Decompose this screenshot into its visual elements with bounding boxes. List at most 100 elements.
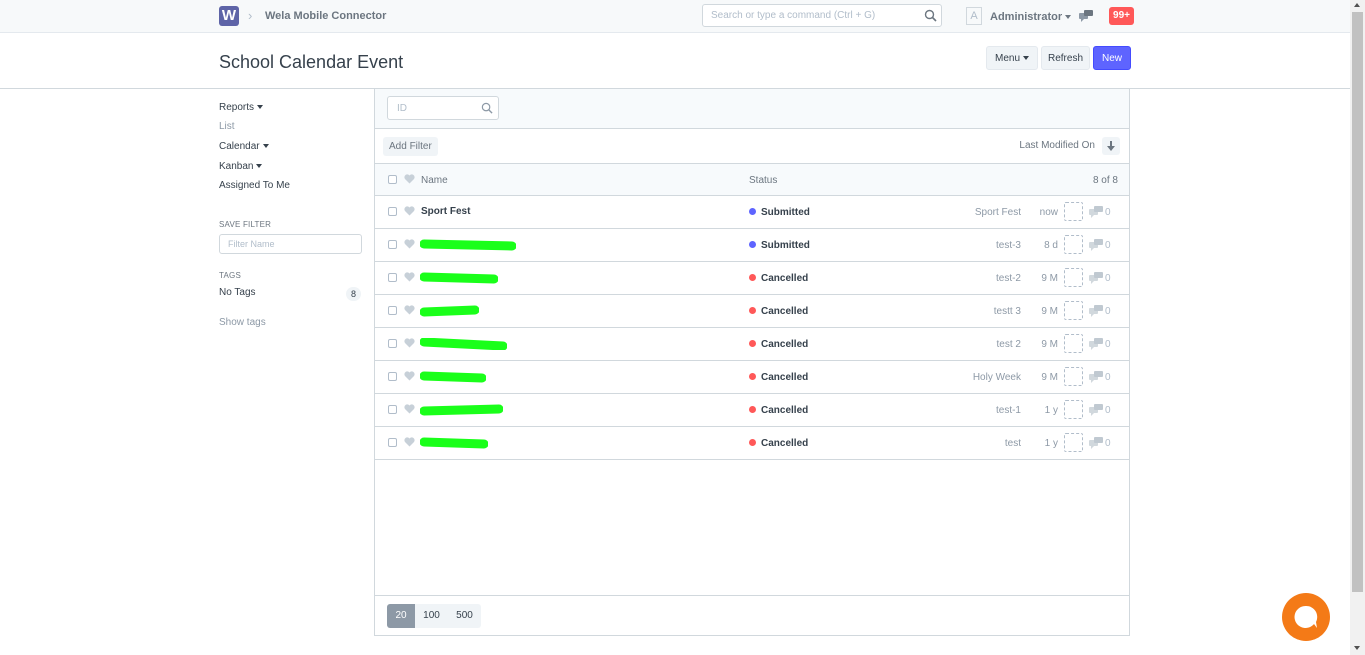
table-row[interactable]: Cancelled test 2 9 M 0	[375, 328, 1129, 361]
page-length-500-button[interactable]: 500	[448, 604, 481, 628]
assign-avatar-placeholder[interactable]	[1064, 433, 1083, 452]
page-head: School Calendar Event Menu Refresh New	[0, 33, 1350, 89]
column-header-status: Status	[749, 175, 778, 186]
row-title: test-3	[995, 240, 1021, 251]
id-filter[interactable]	[387, 96, 499, 120]
select-all-checkbox[interactable]	[388, 175, 397, 184]
filter-name-field[interactable]	[219, 234, 362, 254]
sort-selector[interactable]: Last Modified On	[1019, 140, 1095, 151]
status-label[interactable]: Cancelled	[761, 438, 808, 449]
row-checkbox[interactable]	[388, 405, 397, 414]
status-indicator-dot	[749, 208, 756, 215]
add-filter-button[interactable]: Add Filter	[383, 137, 438, 156]
heart-icon[interactable]	[404, 371, 415, 381]
status-label[interactable]: Submitted	[761, 240, 810, 251]
table-row[interactable]: Sport Fest Submitted Sport Fest now 0	[375, 196, 1129, 229]
breadcrumb[interactable]: Wela Mobile Connector	[265, 10, 386, 22]
table-row[interactable]: Cancelled testt 3 9 M 0	[375, 295, 1129, 328]
row-checkbox[interactable]	[388, 207, 397, 216]
table-row[interactable]: Cancelled test-1 1 y 0	[375, 394, 1129, 427]
filter-bar: Add Filter Last Modified On	[375, 129, 1129, 164]
comment-icon	[1089, 206, 1103, 218]
chat-icon[interactable]	[1079, 10, 1093, 22]
column-header-name: Name	[421, 175, 448, 186]
comment-icon	[1089, 272, 1103, 284]
row-title: Holy Week	[972, 372, 1021, 383]
heart-icon[interactable]	[404, 404, 415, 414]
notification-badge[interactable]: 99+	[1109, 7, 1134, 25]
status-label[interactable]: Submitted	[761, 207, 810, 218]
sidebar-item-calendar[interactable]: Calendar	[219, 141, 269, 152]
comment-icon	[1089, 338, 1103, 350]
assign-avatar-placeholder[interactable]	[1064, 202, 1083, 221]
status-label[interactable]: Cancelled	[761, 339, 808, 350]
awesome-bar[interactable]	[702, 4, 942, 27]
arrow-down-icon	[1107, 141, 1115, 151]
scroll-down-arrow-icon[interactable]	[1354, 646, 1360, 650]
status-label[interactable]: Cancelled	[761, 273, 808, 284]
status-label[interactable]: Cancelled	[761, 405, 808, 416]
assign-avatar-placeholder[interactable]	[1064, 400, 1083, 419]
row-checkbox[interactable]	[388, 306, 397, 315]
row-checkbox[interactable]	[388, 438, 397, 447]
menu-button[interactable]: Menu	[986, 46, 1038, 70]
table-row[interactable]: Cancelled test 1 y 0	[375, 427, 1129, 460]
heart-icon[interactable]	[404, 272, 415, 282]
show-tags-link[interactable]: Show tags	[219, 317, 266, 328]
user-menu[interactable]: Administrator	[990, 11, 1072, 23]
heart-icon[interactable]	[404, 174, 415, 184]
caret-down-icon	[1065, 15, 1072, 20]
heart-icon[interactable]	[404, 437, 415, 447]
caret-down-icon	[256, 164, 263, 169]
sidebar-item-list[interactable]: List	[219, 121, 235, 132]
id-filter-input[interactable]	[388, 97, 478, 119]
status-label[interactable]: Cancelled	[761, 372, 808, 383]
comment-count: 0	[1105, 306, 1111, 317]
sidebar-item-no-tags[interactable]: No Tags	[219, 287, 256, 298]
modified-time: 1 y	[1044, 438, 1058, 449]
refresh-button[interactable]: Refresh	[1041, 46, 1090, 70]
sort-order-button[interactable]	[1102, 137, 1120, 155]
heart-icon[interactable]	[404, 206, 415, 216]
chevron-right-icon: ›	[248, 8, 253, 23]
assign-avatar-placeholder[interactable]	[1064, 268, 1083, 287]
user-name: Administrator	[990, 11, 1063, 23]
scrollbar-thumb[interactable]	[1352, 12, 1363, 592]
status-indicator-dot	[749, 373, 756, 380]
sidebar-item-kanban[interactable]: Kanban	[219, 161, 263, 172]
table-row[interactable]: Cancelled Holy Week 9 M 0	[375, 361, 1129, 394]
result-count: 8 of 8	[1092, 175, 1118, 186]
row-checkbox[interactable]	[388, 273, 397, 282]
assign-avatar-placeholder[interactable]	[1064, 367, 1083, 386]
assign-avatar-placeholder[interactable]	[1064, 235, 1083, 254]
scrollbar[interactable]	[1350, 0, 1365, 655]
chat-widget-button[interactable]	[1282, 593, 1330, 641]
row-title: test	[1004, 438, 1021, 449]
sidebar-item-assigned-to-me[interactable]: Assigned To Me	[219, 180, 290, 191]
modified-time: 9 M	[1041, 372, 1058, 383]
status-label[interactable]: Cancelled	[761, 306, 808, 317]
sidebar-item-reports[interactable]: Reports	[219, 102, 264, 113]
heart-icon[interactable]	[404, 305, 415, 315]
search-icon	[481, 102, 493, 114]
assign-avatar-placeholder[interactable]	[1064, 334, 1083, 353]
assign-avatar-placeholder[interactable]	[1064, 301, 1083, 320]
page-length-20-button[interactable]: 20	[387, 604, 415, 628]
row-name-link[interactable]: Sport Fest	[421, 206, 470, 217]
new-button[interactable]: New	[1093, 46, 1131, 70]
row-checkbox[interactable]	[388, 339, 397, 348]
heart-icon[interactable]	[404, 338, 415, 348]
modified-time: now	[1039, 207, 1058, 218]
row-checkbox[interactable]	[388, 372, 397, 381]
filter-name-input[interactable]	[220, 235, 361, 253]
status-indicator-dot	[749, 307, 756, 314]
heart-icon[interactable]	[404, 239, 415, 249]
avatar[interactable]: A	[966, 7, 982, 25]
row-checkbox[interactable]	[388, 240, 397, 249]
table-row[interactable]: Cancelled test-2 9 M 0	[375, 262, 1129, 295]
search-input[interactable]	[703, 5, 913, 26]
app-logo[interactable]: W	[219, 6, 239, 26]
page-length-100-button[interactable]: 100	[415, 604, 448, 628]
scroll-up-arrow-icon[interactable]	[1354, 3, 1360, 7]
table-row[interactable]: Submitted test-3 8 d 0	[375, 229, 1129, 262]
